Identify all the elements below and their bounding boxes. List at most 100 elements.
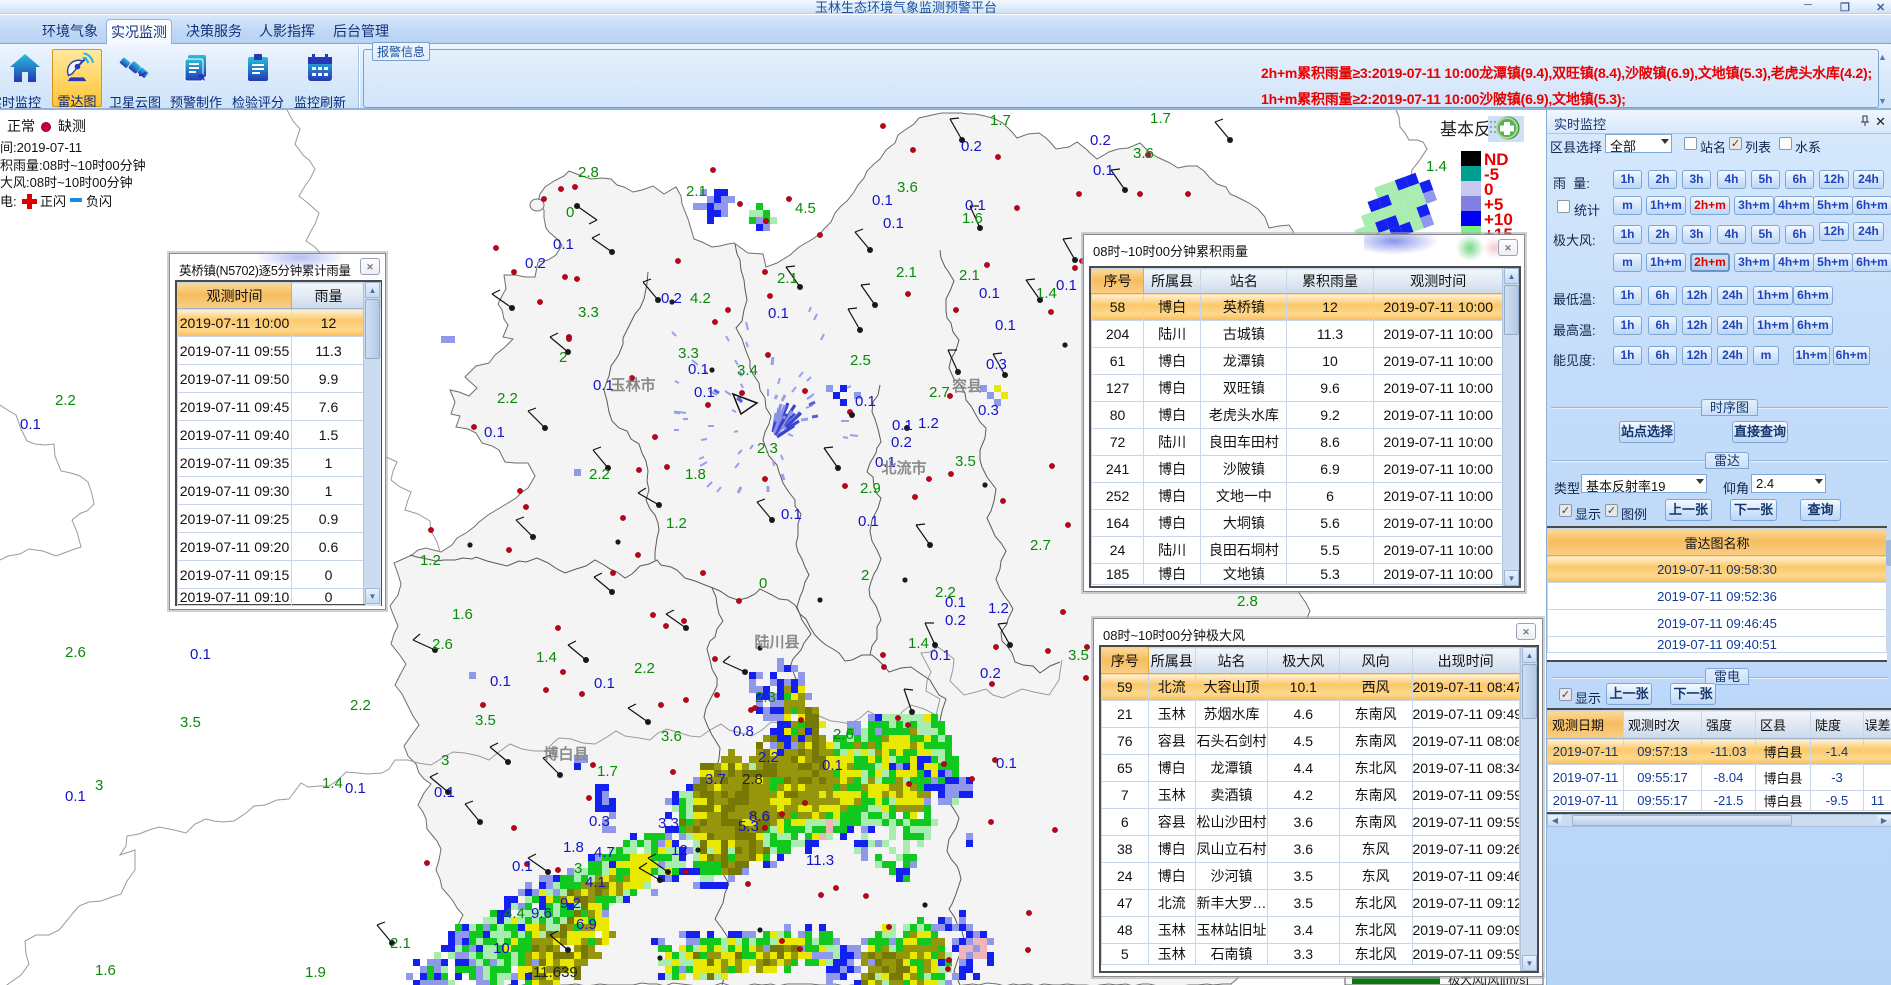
svg-text:0.1: 0.1 [20, 416, 41, 433]
svg-text:缺测: 缺测 [58, 118, 86, 134]
svg-text:2.7: 2.7 [929, 384, 950, 401]
svg-text:0.8: 0.8 [733, 723, 754, 740]
svg-text:1.2: 1.2 [988, 600, 1009, 617]
svg-text:2.2: 2.2 [758, 749, 779, 766]
svg-text:-11.639: -11.639 [528, 964, 578, 981]
svg-text:0.1: 0.1 [892, 417, 913, 434]
svg-text:1.8: 1.8 [563, 839, 584, 856]
svg-text:正常: 正常 [7, 118, 35, 134]
svg-text:2.1: 2.1 [686, 183, 707, 200]
svg-text:0.1: 0.1 [490, 673, 511, 690]
svg-text:10: 10 [493, 940, 510, 957]
svg-text:大风:08时~10时00分钟: 大风:08时~10时00分钟 [0, 175, 133, 190]
svg-text:间:2019-07-11: 间:2019-07-11 [0, 140, 82, 155]
svg-text:0.3: 0.3 [986, 356, 1007, 373]
svg-text:0.1: 0.1 [1056, 277, 1077, 294]
svg-text:0.1: 0.1 [995, 317, 1016, 334]
svg-text:0.1: 0.1 [855, 393, 876, 410]
svg-text:3.3: 3.3 [578, 304, 599, 321]
svg-text:1.2: 1.2 [420, 552, 441, 569]
svg-text:4.7: 4.7 [594, 844, 615, 861]
svg-text:0.1: 0.1 [1093, 162, 1114, 179]
svg-text:2.1: 2.1 [390, 935, 411, 952]
svg-text:1.4: 1.4 [322, 775, 343, 792]
svg-text:0.1: 0.1 [883, 215, 904, 232]
svg-text:3.6: 3.6 [897, 179, 918, 196]
svg-text:11.3: 11.3 [806, 852, 834, 869]
svg-text:0.2: 0.2 [945, 612, 966, 629]
svg-text:0.1: 0.1 [345, 780, 366, 797]
svg-text:陆川县: 陆川县 [754, 634, 799, 651]
svg-text:负闪: 负闪 [86, 194, 112, 209]
svg-text:3: 3 [95, 777, 103, 794]
svg-text:12: 12 [671, 842, 688, 859]
svg-text:0.1: 0.1 [781, 506, 802, 523]
svg-text:0.1: 0.1 [996, 755, 1017, 772]
svg-text:2.6: 2.6 [65, 644, 86, 661]
svg-text:2.2: 2.2 [350, 697, 371, 714]
svg-text:1.4: 1.4 [1036, 285, 1057, 302]
svg-text:0.1: 0.1 [190, 646, 211, 663]
svg-text:0.1: 0.1 [979, 285, 1000, 302]
svg-text:0.1: 0.1 [65, 788, 86, 805]
svg-text:0.3: 0.3 [978, 402, 999, 419]
svg-text:0.1: 0.1 [768, 305, 789, 322]
svg-text:0.1: 0.1 [594, 675, 615, 692]
svg-text:0.1: 0.1 [694, 384, 715, 401]
svg-text:1.4: 1.4 [536, 649, 557, 666]
svg-text:0.1: 0.1 [822, 757, 843, 774]
svg-text:4.5: 4.5 [795, 200, 816, 217]
svg-text:2.2: 2.2 [497, 390, 518, 407]
svg-text:0.2: 0.2 [891, 434, 912, 451]
svg-text:1.4: 1.4 [1426, 158, 1447, 175]
svg-text:1.2: 1.2 [666, 515, 687, 532]
svg-text:2.1: 2.1 [896, 264, 917, 281]
svg-text:0.1: 0.1 [858, 513, 879, 530]
svg-text:2.3: 2.3 [757, 440, 778, 457]
svg-text:0.1: 0.1 [484, 424, 505, 441]
svg-text:基本反: 基本反 [1440, 120, 1491, 139]
svg-text:1.7: 1.7 [990, 112, 1011, 129]
svg-text:3: 3 [574, 860, 582, 877]
svg-text:3.5: 3.5 [955, 453, 976, 470]
svg-text:4.4: 4.4 [504, 905, 525, 922]
svg-text:3.5: 3.5 [475, 712, 496, 729]
svg-text:玉林市: 玉林市 [610, 376, 655, 394]
svg-text:1.6: 1.6 [962, 210, 983, 227]
svg-text:2.1: 2.1 [959, 267, 980, 284]
svg-text:0.1: 0.1 [872, 192, 893, 209]
svg-text:2.6: 2.6 [833, 726, 854, 743]
svg-text:3.3: 3.3 [658, 815, 679, 832]
svg-text:1.6: 1.6 [95, 962, 116, 979]
svg-text:2.2: 2.2 [55, 392, 76, 409]
svg-text:2.9: 2.9 [860, 480, 881, 497]
svg-text:2.3: 2.3 [755, 689, 776, 706]
svg-text:2: 2 [861, 567, 869, 584]
svg-text:5.3: 5.3 [738, 818, 759, 835]
svg-text:0.3: 0.3 [589, 813, 610, 830]
svg-text:0.1: 0.1 [688, 361, 709, 378]
svg-text:0.1: 0.1 [512, 858, 533, 875]
svg-text:2.2: 2.2 [634, 660, 655, 677]
svg-text:6.9: 6.9 [576, 916, 597, 933]
svg-text:3.3: 3.3 [678, 345, 699, 362]
svg-text:2.8: 2.8 [742, 771, 763, 788]
svg-text:正闪: 正闪 [40, 194, 66, 209]
svg-text:3.5: 3.5 [180, 714, 201, 731]
svg-text:0.1: 0.1 [945, 594, 966, 611]
svg-text:0.2: 0.2 [980, 665, 1001, 682]
svg-text:2.7: 2.7 [1030, 537, 1051, 554]
svg-text:3.7: 3.7 [705, 771, 726, 788]
svg-text:1.2: 1.2 [918, 415, 939, 432]
svg-text:2.1: 2.1 [777, 270, 798, 287]
svg-text:2: 2 [559, 349, 567, 366]
svg-text:0.2: 0.2 [1090, 132, 1111, 149]
svg-text:3.4: 3.4 [737, 362, 758, 379]
svg-text:0.1: 0.1 [434, 784, 455, 801]
svg-text:0.1: 0.1 [553, 236, 574, 253]
svg-text:3.6: 3.6 [1133, 145, 1154, 162]
svg-text:1.4: 1.4 [908, 635, 929, 652]
svg-text:积雨量:08时~10时00分钟: 积雨量:08时~10时00分钟 [0, 158, 146, 173]
svg-text:9.2: 9.2 [560, 895, 581, 912]
svg-text:博白县: 博白县 [543, 745, 588, 763]
